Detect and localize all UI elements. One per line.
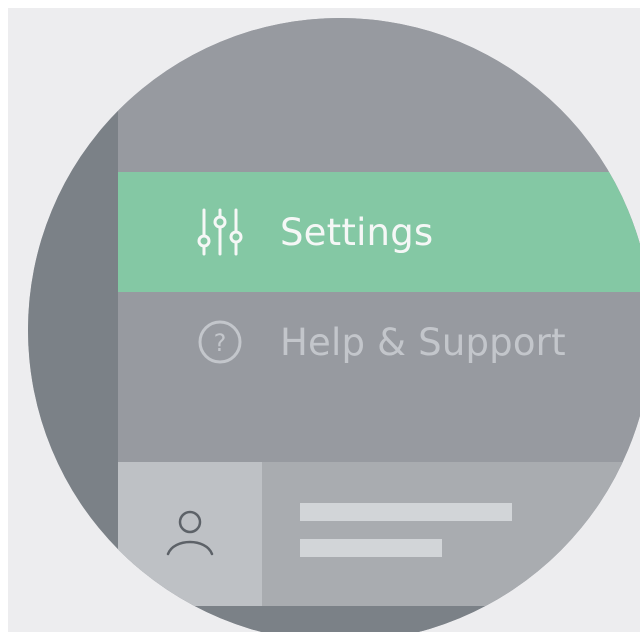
menu-item-settings-label: Settings — [280, 210, 434, 254]
menu-item-help-support-label: Help & Support — [280, 320, 566, 364]
svg-text:?: ? — [214, 329, 227, 357]
zoom-frame: Settings ? Help & Support — [8, 8, 640, 632]
help-circle-icon: ? — [196, 316, 248, 368]
user-icon — [160, 502, 220, 566]
bottom-strip — [118, 606, 640, 632]
avatar[interactable] — [118, 462, 262, 606]
account-detail-placeholder — [300, 539, 442, 557]
sidebar-rail — [28, 18, 118, 632]
sliders-icon — [196, 206, 248, 258]
account-section[interactable] — [118, 462, 640, 606]
menu-item-settings[interactable]: Settings — [118, 172, 640, 292]
screenshot-canvas: Settings ? Help & Support — [0, 0, 644, 638]
account-name-placeholder — [300, 503, 512, 521]
menu-item-help-support[interactable]: ? Help & Support — [118, 292, 640, 392]
magnified-sidebar: Settings ? Help & Support — [28, 18, 640, 632]
